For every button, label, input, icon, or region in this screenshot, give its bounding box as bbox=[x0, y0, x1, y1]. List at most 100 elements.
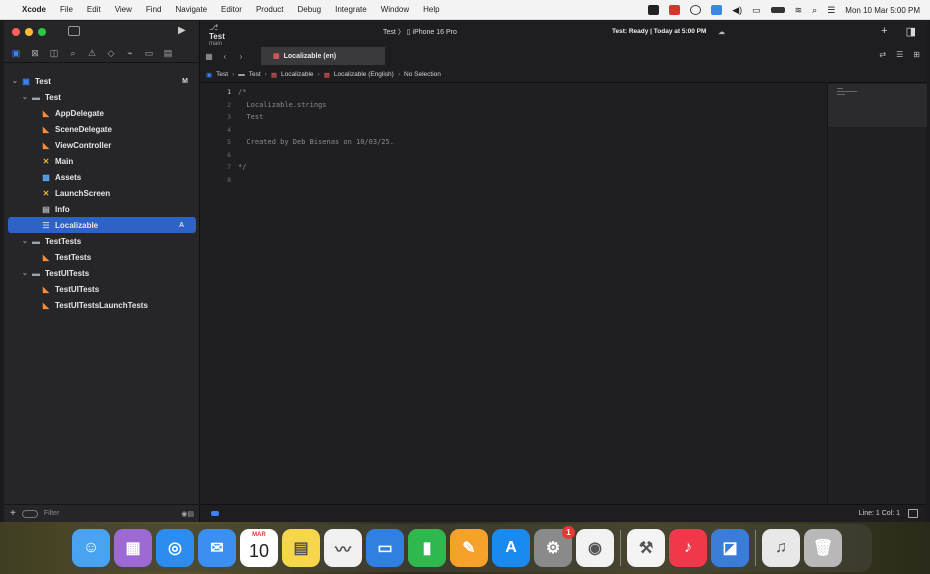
zoom-window-button[interactable] bbox=[38, 28, 46, 36]
code-line[interactable]: /* bbox=[238, 86, 394, 99]
tab-localizable[interactable]: ▦ Localizable (en) bbox=[261, 47, 385, 65]
calendar-icon[interactable]: MAR 10 bbox=[240, 529, 278, 567]
debug-navigator-icon[interactable]: ⌁ bbox=[125, 48, 135, 59]
menu-window[interactable]: Window bbox=[381, 5, 409, 14]
menu-editor[interactable]: Editor bbox=[221, 5, 242, 14]
code-line[interactable] bbox=[238, 149, 394, 162]
volume-icon[interactable]: ◀) bbox=[732, 5, 742, 16]
menu-product[interactable]: Product bbox=[256, 5, 284, 14]
tree-item[interactable]: ◣ SceneDelegate bbox=[4, 121, 200, 137]
xcode-icon[interactable]: ⚒ bbox=[627, 529, 665, 567]
run-button[interactable]: ▶ bbox=[178, 25, 186, 36]
audio-file-icon[interactable]: ♫ bbox=[762, 529, 800, 567]
chrome-icon[interactable]: ◉ bbox=[576, 529, 614, 567]
keynote-icon[interactable]: ▭ bbox=[366, 529, 404, 567]
safari-icon[interactable]: ◎ bbox=[156, 529, 194, 567]
inspector-toggle-icon[interactable]: ◨ bbox=[906, 25, 916, 38]
tree-item[interactable]: ☰ Localizable A bbox=[8, 217, 196, 233]
editor-options-icon[interactable]: ☰ bbox=[896, 50, 903, 59]
menu-xcode[interactable]: Xcode bbox=[22, 5, 46, 14]
tree-item[interactable]: ⌄ ▬ TestUITests bbox=[4, 265, 200, 281]
spotlight-icon[interactable]: ⌕ bbox=[812, 5, 817, 16]
settings-icon[interactable]: ⚙ 1 bbox=[534, 526, 575, 567]
numbers-icon[interactable]: ▮ bbox=[408, 529, 446, 567]
status-app2-icon[interactable] bbox=[669, 5, 681, 15]
menu-find[interactable]: Find bbox=[146, 5, 162, 14]
bookmark-navigator-icon[interactable]: ◫ bbox=[49, 48, 59, 59]
wifi-icon[interactable]: ≋ bbox=[795, 5, 803, 16]
project-navigator-icon[interactable]: ▣ bbox=[11, 48, 21, 59]
test-navigator-icon[interactable]: ◇ bbox=[106, 48, 116, 59]
tree-item[interactable]: ▤ Info bbox=[4, 201, 200, 217]
tree-item[interactable]: ◣ TestUITests bbox=[4, 281, 200, 297]
filter-input[interactable]: Filter bbox=[44, 510, 60, 517]
music-icon[interactable]: ♪ bbox=[669, 529, 707, 567]
source-control-navigator-icon[interactable]: ⊠ bbox=[30, 48, 40, 59]
code-line[interactable] bbox=[238, 124, 394, 137]
tree-item[interactable]: ⌄ ▬ Test bbox=[4, 89, 200, 105]
launchpad-icon[interactable]: ▦ bbox=[114, 529, 152, 567]
branch-selector[interactable]: ⎇ Test main bbox=[209, 23, 225, 47]
menu-navigate[interactable]: Navigate bbox=[175, 5, 207, 14]
finder-icon[interactable]: ☺ bbox=[72, 529, 110, 567]
debug-area-toggle-icon[interactable] bbox=[211, 511, 219, 516]
status-app-icon[interactable] bbox=[648, 5, 660, 15]
status-circle-icon[interactable] bbox=[690, 5, 702, 15]
minimap[interactable] bbox=[827, 84, 927, 504]
tree-item[interactable]: ▩ Assets bbox=[4, 169, 200, 185]
breakpoint-navigator-icon[interactable]: ▭ bbox=[144, 48, 154, 59]
code-text[interactable]: /* Localizable.strings Test Created by D… bbox=[238, 86, 394, 186]
menu-edit[interactable]: Edit bbox=[87, 5, 101, 14]
trash-icon[interactable]: 🗑 bbox=[804, 529, 842, 567]
code-line[interactable]: Created by Deb Bisenas on 10/03/25. bbox=[238, 136, 394, 149]
library-plus-icon[interactable]: + bbox=[881, 25, 887, 38]
source-editor[interactable]: 1 2 3 4 5 6 7 8 /* Localizable.strings Test Cre… bbox=[201, 84, 827, 504]
tree-item[interactable]: ◣ ViewController bbox=[4, 137, 200, 153]
tree-item[interactable]: ✕ Main bbox=[4, 153, 200, 169]
freeform-icon[interactable]: 〰 bbox=[324, 529, 362, 567]
debug-pane-icon[interactable] bbox=[908, 509, 918, 518]
mail-icon[interactable]: ✉ bbox=[198, 529, 236, 567]
code-line[interactable]: Localizable.strings bbox=[238, 99, 394, 112]
tree-item[interactable]: ✕ LaunchScreen bbox=[4, 185, 200, 201]
forward-chevron-icon[interactable]: › bbox=[233, 52, 249, 61]
tree-item[interactable]: ◣ TestUITestsLaunchTests bbox=[4, 297, 200, 313]
report-navigator-icon[interactable]: ▤ bbox=[163, 48, 173, 59]
scheme-selector[interactable]: Test 〉 ▯ iPhone 16 Pro bbox=[383, 27, 457, 37]
sidebar-toggle-icon[interactable] bbox=[68, 26, 80, 36]
menu-clock[interactable]: Mon 10 Mar 5:00 PM bbox=[845, 6, 920, 15]
crumb-localization[interactable]: Localizable (English) bbox=[334, 71, 394, 78]
refresh-icon[interactable]: ⇄ bbox=[879, 50, 886, 59]
menu-integrate[interactable]: Integrate bbox=[335, 5, 367, 14]
related-items-icon[interactable]: ▦ bbox=[201, 52, 217, 61]
pages-icon[interactable]: ✎ bbox=[450, 529, 488, 567]
display-icon[interactable]: ▭ bbox=[752, 5, 761, 16]
disclosure-chevron-icon[interactable]: ⌄ bbox=[22, 237, 30, 245]
crumb-file[interactable]: Localizable bbox=[281, 71, 314, 78]
simulator-icon[interactable]: ◪ bbox=[711, 529, 749, 567]
split-editor-icon[interactable]: ⊞ bbox=[913, 50, 920, 59]
add-file-icon[interactable]: + bbox=[10, 508, 16, 519]
disclosure-chevron-icon[interactable]: ⌄ bbox=[22, 93, 30, 101]
code-line[interactable]: */ bbox=[238, 161, 394, 174]
tree-item[interactable]: ⌄ ▣ Test M bbox=[4, 73, 200, 89]
filter-options-icon[interactable] bbox=[21, 509, 38, 518]
disclosure-chevron-icon[interactable]: ⌄ bbox=[22, 269, 30, 277]
filter-toggle-icon[interactable]: ◉▤ bbox=[181, 510, 194, 518]
close-window-button[interactable] bbox=[12, 28, 20, 36]
status-chart-icon[interactable] bbox=[711, 5, 723, 15]
back-chevron-icon[interactable]: ‹ bbox=[217, 52, 233, 61]
battery-icon[interactable] bbox=[770, 7, 785, 13]
code-line[interactable] bbox=[238, 174, 394, 187]
crumb-selection[interactable]: No Selection bbox=[404, 71, 441, 78]
notes-icon[interactable]: ▤ bbox=[282, 529, 320, 567]
menu-file[interactable]: File bbox=[60, 5, 73, 14]
menu-help[interactable]: Help bbox=[423, 5, 439, 14]
disclosure-chevron-icon[interactable]: ⌄ bbox=[12, 77, 20, 85]
code-line[interactable]: Test bbox=[238, 111, 394, 124]
tree-item[interactable]: ◣ AppDelegate bbox=[4, 105, 200, 121]
issue-navigator-icon[interactable]: ⚠ bbox=[87, 48, 97, 59]
crumb-project[interactable]: Test bbox=[216, 71, 228, 78]
control-center-icon[interactable]: ☰ bbox=[827, 5, 835, 16]
minimize-window-button[interactable] bbox=[25, 28, 33, 36]
